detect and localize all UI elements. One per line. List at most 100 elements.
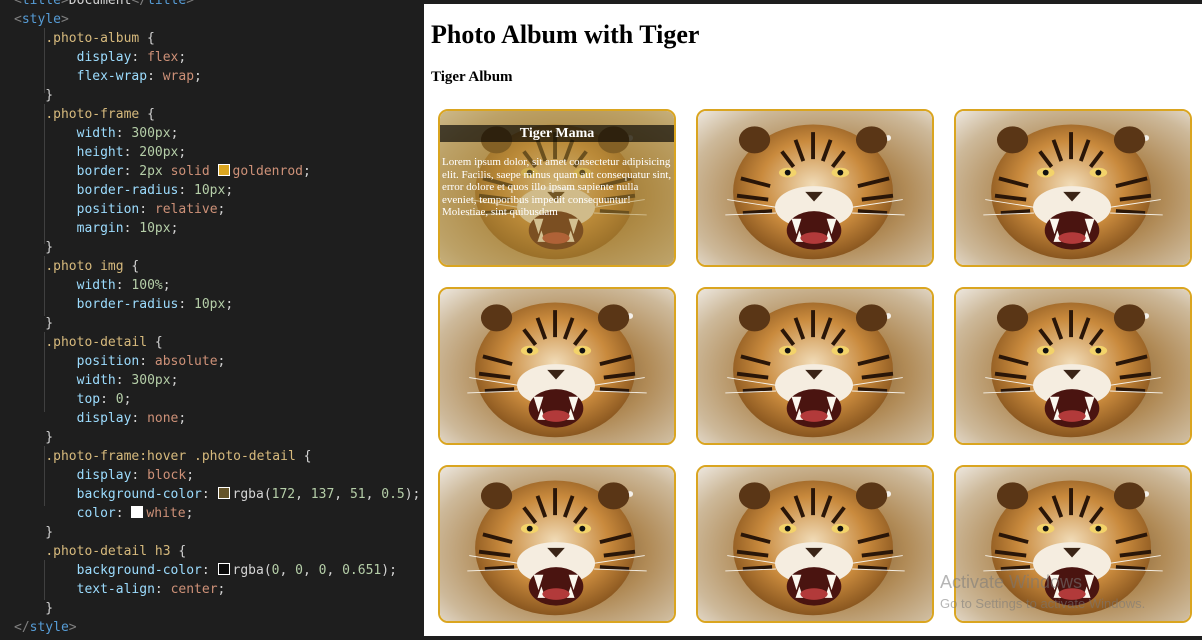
photo-frame[interactable] <box>954 109 1192 267</box>
indent-guide <box>44 256 45 316</box>
code-token: Document <box>68 0 132 8</box>
code-token: </ <box>131 0 148 8</box>
code-token: , <box>279 563 296 578</box>
code-token: flex-wrap <box>76 69 148 84</box>
code-token: block <box>147 468 187 483</box>
code-token: .photo-frame:hover .photo-detail <box>45 449 296 464</box>
code-token: : <box>139 354 155 369</box>
indent-guide <box>44 560 45 600</box>
code-token: : <box>147 69 163 84</box>
code-token: } <box>14 525 54 540</box>
code-token: , <box>295 487 311 502</box>
code-token: border-radius <box>76 297 179 312</box>
code-editor[interactable]: <title>Document</title> <style> .photo-al… <box>0 0 424 640</box>
code-token: ); <box>404 487 421 502</box>
code-token: title <box>147 0 187 8</box>
code-token: white <box>146 506 186 521</box>
code-line: .photo-detail h3 { <box>14 542 186 561</box>
photo-frame[interactable]: Tiger Mama Lorem ipsum dolor, sit amet co… <box>438 109 676 267</box>
code-line: .photo-frame { <box>14 105 155 124</box>
code-token: ; <box>178 411 187 426</box>
code-token: style <box>21 12 61 27</box>
code-token: goldenrod <box>232 164 303 179</box>
code-line: display: block; <box>14 466 194 485</box>
code-line: } <box>14 86 53 105</box>
code-token: background-color <box>76 487 202 502</box>
code-token: ; <box>170 221 179 236</box>
color-swatch[interactable] <box>217 487 230 499</box>
photo-frame[interactable] <box>954 287 1192 445</box>
code-token: } <box>14 601 54 616</box>
code-token: color <box>76 506 116 521</box>
indent-guide <box>44 446 45 506</box>
code-token: ; <box>194 69 202 84</box>
code-token: .photo-frame <box>45 107 140 122</box>
code-token: ; <box>217 582 226 597</box>
code-token: , <box>334 487 350 502</box>
code-token: 0.5 <box>381 487 405 502</box>
color-swatch[interactable] <box>131 506 144 518</box>
code-token: : <box>178 183 195 198</box>
code-token: 100% <box>131 278 163 293</box>
code-line: } <box>14 428 53 447</box>
code-token: 10px <box>139 221 171 236</box>
code-token: > <box>186 0 195 8</box>
code-token: ; <box>170 373 179 388</box>
code-token: 2px <box>139 164 163 179</box>
code-token: { <box>123 259 140 274</box>
code-token: < <box>14 12 22 27</box>
photo-frame[interactable] <box>438 465 676 623</box>
code-token: : <box>139 202 155 217</box>
code-token: : <box>131 50 148 65</box>
code-token: position <box>76 354 140 369</box>
code-line: </style> <box>14 618 77 637</box>
code-token: , <box>365 487 382 502</box>
code-line: width: 100%; <box>14 276 171 295</box>
code-token: .photo img <box>45 259 124 274</box>
code-line: position: relative; <box>14 200 226 219</box>
color-swatch[interactable] <box>217 563 230 575</box>
code-token: ; <box>302 164 311 179</box>
photo-detail-overlay: Tiger Mama Lorem ipsum dolor, sit amet co… <box>440 111 674 265</box>
code-token: > <box>60 12 69 27</box>
code-line: } <box>14 523 53 542</box>
code-token: height <box>76 145 124 160</box>
code-token: : <box>115 373 132 388</box>
code-token: : <box>178 297 195 312</box>
code-token: : <box>115 278 132 293</box>
code-token: width <box>76 373 116 388</box>
code-token: 0 <box>115 392 124 407</box>
code-line: display: none; <box>14 409 187 428</box>
code-token: display <box>76 411 132 426</box>
photo-frame[interactable] <box>696 287 934 445</box>
color-swatch[interactable] <box>217 164 230 176</box>
code-token: : <box>201 487 218 502</box>
code-line: text-align: center; <box>14 580 226 599</box>
code-token: : <box>100 392 116 407</box>
code-line: background-color: rgba(0, 0, 0, 0.651); <box>14 561 397 580</box>
code-token: .photo-detail h3 <box>45 544 171 559</box>
code-token: background-color <box>76 563 202 578</box>
code-token: style <box>29 620 69 635</box>
code-token: 172 <box>271 487 296 502</box>
code-token: > <box>60 0 69 8</box>
code-token: > <box>68 620 77 635</box>
code-token: wrap <box>162 69 195 84</box>
code-token: flex <box>147 50 179 65</box>
photo-frame[interactable] <box>696 109 934 267</box>
code-line: <title>Document</title> <box>14 0 194 10</box>
photo-frame[interactable] <box>696 465 934 623</box>
photo-frame[interactable] <box>438 287 676 445</box>
